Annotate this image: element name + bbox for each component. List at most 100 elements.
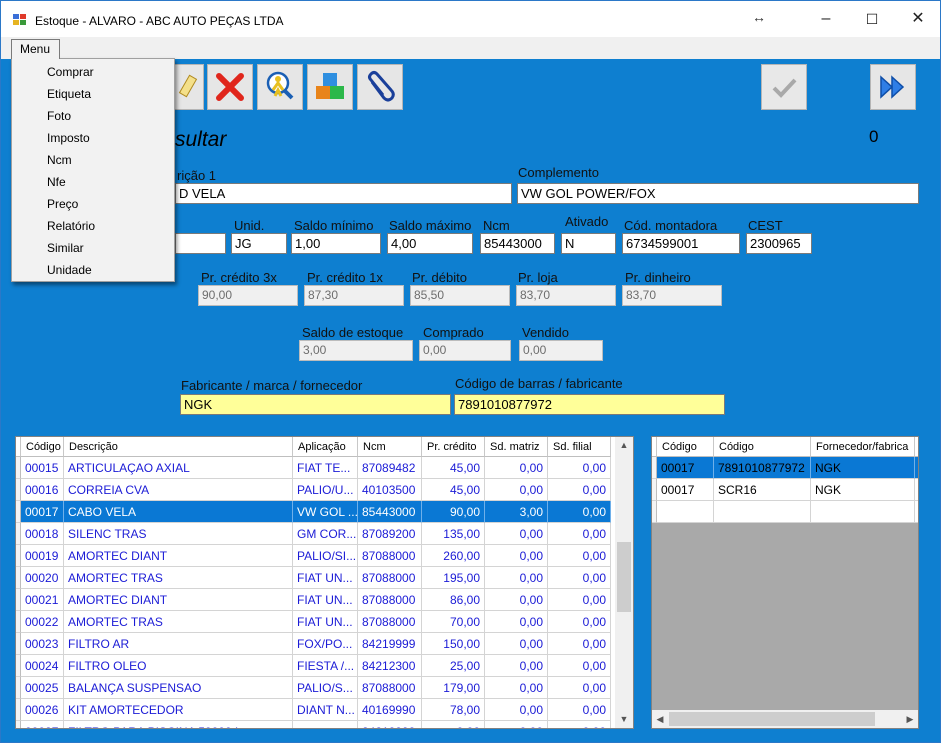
table-row[interactable]: 00024 FILTRO OLEO FIESTA /... 84212300 25,00… xyxy=(16,655,615,677)
table-cell[interactable]: 70,00 xyxy=(422,611,485,633)
table-cell[interactable]: FIAT UN... xyxy=(293,567,358,589)
table-row[interactable]: 00019 AMORTEC DIANT PALIO/SI... 87088000 260… xyxy=(16,545,615,567)
confirm-button[interactable] xyxy=(761,64,807,110)
scroll-up-icon[interactable]: ▲ xyxy=(616,440,632,450)
table-cell[interactable]: 0,00 xyxy=(485,677,548,699)
table-cell[interactable]: NGK xyxy=(811,457,915,479)
table-cell[interactable]: 0,00 xyxy=(548,677,611,699)
table-cell[interactable]: 0,00 xyxy=(485,655,548,677)
table-row[interactable]: 00017 CABO VELA VW GOL ... 85443000 90,00 3,0… xyxy=(16,501,615,523)
table-cell[interactable] xyxy=(915,457,918,479)
col-header-pr-credito[interactable]: Pr. crédito xyxy=(422,437,485,457)
menu-item-preco[interactable]: Preço xyxy=(47,197,78,211)
table-cell[interactable]: 84212300 xyxy=(358,655,422,677)
fabricante-field[interactable]: NGK xyxy=(180,394,451,415)
table-cell[interactable]: 0,00 xyxy=(548,655,611,677)
table-cell[interactable]: 87088000 xyxy=(358,677,422,699)
descricao-field[interactable]: D VELA xyxy=(175,183,512,204)
table-cell[interactable]: PALIO/U... xyxy=(293,479,358,501)
col-header-sd-filial[interactable]: Sd. filial xyxy=(548,437,611,457)
table-row[interactable]: 00027FILTRO PARA PISCINA 50000 L 84219999… xyxy=(16,721,615,728)
table-cell[interactable]: 00022 xyxy=(21,611,64,633)
table-cell[interactable]: 00023 xyxy=(21,633,64,655)
col-header-descricao[interactable]: Descrição xyxy=(64,437,293,457)
saldo-maximo-field[interactable]: 4,00 xyxy=(387,233,473,254)
menu-button[interactable]: Menu xyxy=(11,39,60,59)
unid-field[interactable]: JG xyxy=(231,233,287,254)
table-cell[interactable]: 45,00 xyxy=(422,457,485,479)
col-header-sd-matriz[interactable]: Sd. matriz xyxy=(485,437,548,457)
table-cell[interactable]: FOX/PO... xyxy=(293,633,358,655)
table-cell[interactable]: 45,00 xyxy=(422,479,485,501)
table-cell[interactable]: 0,00 xyxy=(422,721,485,728)
table-row[interactable]: 00021 AMORTEC DIANT FIAT UN... 87088000 86,0… xyxy=(16,589,615,611)
table-cell[interactable]: AMORTEC TRAS xyxy=(64,567,293,589)
table-cell[interactable] xyxy=(293,721,358,728)
table-cell[interactable]: AMORTEC TRAS xyxy=(64,611,293,633)
col-header-codigo-barras[interactable]: Código xyxy=(714,437,811,457)
table-row[interactable]: 00018 SILENC TRAS GM COR... 87089200 135,00 0… xyxy=(16,523,615,545)
menu-item-comprar[interactable]: Comprar xyxy=(47,65,94,79)
table-cell[interactable]: ARTICULAÇAO AXIAL xyxy=(64,457,293,479)
menu-item-similar[interactable]: Similar xyxy=(47,241,84,255)
menu-item-unidade[interactable]: Unidade xyxy=(47,263,92,277)
scroll-right-icon[interactable]: ▶ xyxy=(902,714,918,725)
cubes-button[interactable] xyxy=(307,64,353,110)
table-row[interactable]: 00015 ARTICULAÇAO AXIAL FIAT TE... 87089482… xyxy=(16,457,615,479)
table-cell[interactable]: 00017 xyxy=(657,457,714,479)
table-cell[interactable]: 84219999 xyxy=(358,721,422,728)
table-cell[interactable]: 0,00 xyxy=(548,633,611,655)
table-cell[interactable] xyxy=(714,501,811,523)
table-cell[interactable]: 0,00 xyxy=(548,479,611,501)
barcodes-scroll-thumb[interactable] xyxy=(669,712,875,726)
table-cell[interactable]: 86,00 xyxy=(422,589,485,611)
table-cell[interactable]: 87089200 xyxy=(358,523,422,545)
table-cell[interactable]: FILTRO PARA PISCINA 50000 L xyxy=(64,721,293,728)
table-cell[interactable] xyxy=(915,501,918,523)
table-cell[interactable]: 84219999 xyxy=(358,633,422,655)
table-cell[interactable]: AMORTEC DIANT xyxy=(64,589,293,611)
menu-item-etiqueta[interactable]: Etiqueta xyxy=(47,87,91,101)
cest-field[interactable]: 2300965 xyxy=(746,233,812,254)
table-cell[interactable]: 0,00 xyxy=(485,611,548,633)
col-header-aplicacao[interactable]: Aplicação xyxy=(293,437,358,457)
table-cell[interactable]: 00021 xyxy=(21,589,64,611)
col-header-ncm[interactable]: Ncm xyxy=(358,437,422,457)
table-cell[interactable]: CABO VELA xyxy=(64,501,293,523)
table-cell[interactable]: KIT AMORTECEDOR xyxy=(64,699,293,721)
table-cell[interactable]: 25,00 xyxy=(422,655,485,677)
maximize-button[interactable]: ☐ xyxy=(849,1,895,37)
attach-button[interactable] xyxy=(357,64,403,110)
table-cell[interactable]: PALIO/S... xyxy=(293,677,358,699)
table-cell[interactable]: 0,00 xyxy=(485,589,548,611)
table-cell[interactable]: 0,00 xyxy=(485,523,548,545)
table-row[interactable]: 00023 FILTRO AR FOX/PO... 84219999 150,00 0,0… xyxy=(16,633,615,655)
table-cell[interactable]: 40103500 xyxy=(358,479,422,501)
table-cell[interactable]: 0,00 xyxy=(485,457,548,479)
table-cell[interactable]: 0,00 xyxy=(485,699,548,721)
menu-item-relatorio[interactable]: Relatório xyxy=(47,219,95,233)
table-cell[interactable]: 00026 xyxy=(21,699,64,721)
scroll-down-icon[interactable]: ▼ xyxy=(616,714,632,724)
ncm-field[interactable]: 85443000 xyxy=(480,233,555,254)
table-cell[interactable]: 0,00 xyxy=(485,567,548,589)
close-button[interactable]: ✕ xyxy=(895,1,940,37)
table-cell[interactable]: PALIO/SI... xyxy=(293,545,358,567)
table-cell[interactable]: SCR16 xyxy=(714,479,811,501)
saldo-minimo-field[interactable]: 1,00 xyxy=(291,233,381,254)
products-scroll-thumb[interactable] xyxy=(617,542,631,612)
table-cell[interactable]: BALANÇA SUSPENSAO xyxy=(64,677,293,699)
cod-montadora-field[interactable]: 6734599001 xyxy=(622,233,740,254)
table-cell[interactable]: 00015 xyxy=(21,457,64,479)
table-cell[interactable] xyxy=(811,501,915,523)
table-cell[interactable]: 0,00 xyxy=(548,611,611,633)
table-cell[interactable]: 87088000 xyxy=(358,611,422,633)
ativado-field[interactable]: N xyxy=(561,233,616,254)
table-cell[interactable]: FIAT UN... xyxy=(293,611,358,633)
table-cell[interactable]: 3,00 xyxy=(485,501,548,523)
table-cell[interactable] xyxy=(657,501,714,523)
search-person-button[interactable] xyxy=(257,64,303,110)
table-cell[interactable]: 87088000 xyxy=(358,545,422,567)
products-vscroll[interactable]: ▲ ▼ xyxy=(615,437,633,728)
table-cell[interactable]: 195,00 xyxy=(422,567,485,589)
